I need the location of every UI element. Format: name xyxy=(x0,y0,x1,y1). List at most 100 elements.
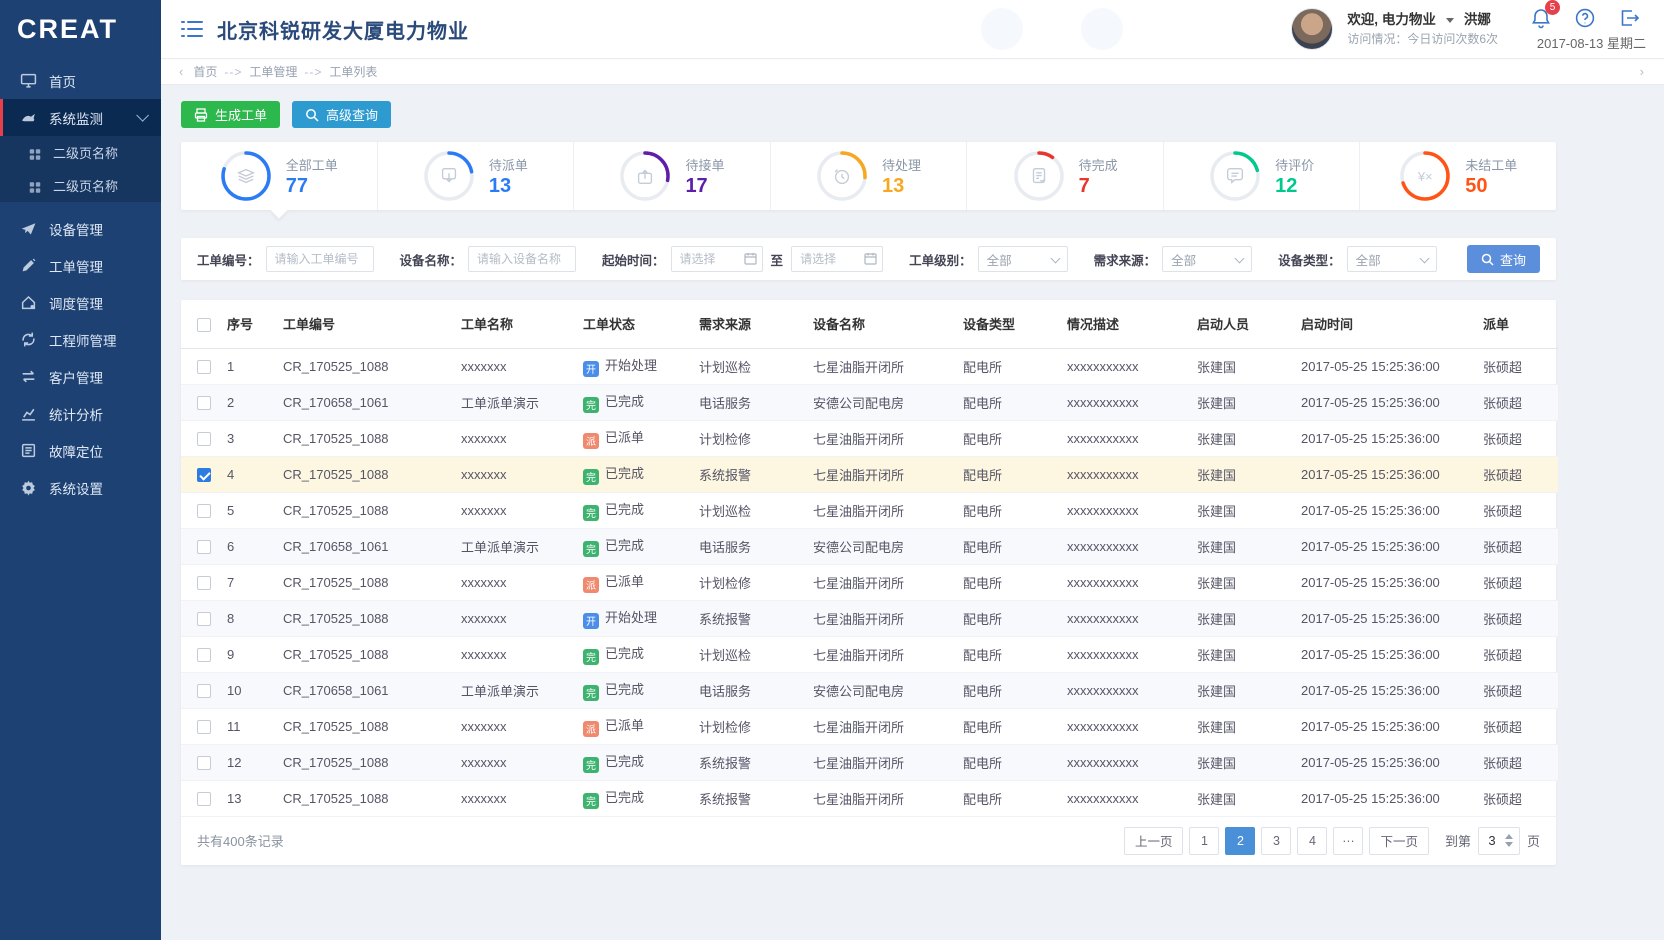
row-checkbox[interactable] xyxy=(197,360,211,374)
sidebar-item-secondary-2[interactable]: 二级页名称 xyxy=(0,169,161,202)
row-checkbox[interactable] xyxy=(197,756,211,770)
chevron-down-icon xyxy=(136,109,149,122)
user-avatar[interactable] xyxy=(1291,8,1333,50)
menu-toggle-icon[interactable] xyxy=(181,20,203,38)
sidebar-item-engineer-mgmt[interactable]: 工程师管理 xyxy=(0,321,161,358)
table-row[interactable]: 8 CR_170525_1088 xxxxxxx 开开始处理 系统报警 七星油脂… xyxy=(181,600,1558,636)
goto-page-input[interactable]: 3 xyxy=(1478,827,1520,855)
create-workorder-button[interactable]: 生成工单 xyxy=(181,101,280,128)
order-no-input[interactable] xyxy=(266,246,374,272)
advanced-search-button[interactable]: 高级查询 xyxy=(292,101,391,128)
grid-icon xyxy=(28,179,42,193)
calendar-icon[interactable] xyxy=(744,252,757,265)
cell-order-no: CR_170525_1088 xyxy=(279,348,457,384)
cell-order-no: CR_170658_1061 xyxy=(279,672,457,708)
sidebar-item-workorder-mgmt[interactable]: 工单管理 xyxy=(0,247,161,284)
row-checkbox[interactable] xyxy=(197,792,211,806)
row-checkbox[interactable] xyxy=(197,504,211,518)
help-icon[interactable] xyxy=(1574,7,1596,29)
cell-device-type: 配电所 xyxy=(959,780,1063,816)
row-checkbox[interactable] xyxy=(197,648,211,662)
page-ellipsis[interactable]: ··· xyxy=(1333,827,1363,855)
sidebar-item-system-monitor[interactable]: 系统监测 xyxy=(0,99,161,136)
search-icon xyxy=(305,108,319,122)
stat-card-unsettled-orders[interactable]: ¥× 未结工单50 xyxy=(1360,142,1556,210)
table-row[interactable]: 2 CR_170658_1061 工单派单演示 完已完成 电话服务 安德公司配电… xyxy=(181,384,1558,420)
stat-card-pending-review[interactable]: 待评价12 xyxy=(1164,142,1361,210)
logout-icon[interactable] xyxy=(1618,7,1640,29)
cell-source: 计划检修 xyxy=(695,708,809,744)
table-row[interactable]: 12 CR_170525_1088 xxxxxxx 完已完成 系统报警 七星油脂… xyxy=(181,744,1558,780)
stat-card-all-orders[interactable]: 全部工单77 xyxy=(181,142,378,210)
next-page-button[interactable]: 下一页 xyxy=(1369,827,1429,855)
table-row[interactable]: 1 CR_170525_1088 xxxxxxx 开开始处理 计划巡检 七星油脂… xyxy=(181,348,1558,384)
table-row[interactable]: 9 CR_170525_1088 xxxxxxx 完已完成 计划巡检 七星油脂开… xyxy=(181,636,1558,672)
table-header-row: 序号 工单编号 工单名称 工单状态 需求来源 设备名称 设备类型 情况描述 启动… xyxy=(181,300,1558,348)
stat-card-pending-complete[interactable]: 待完成7 xyxy=(967,142,1164,210)
table-row[interactable]: 5 CR_170525_1088 xxxxxxx 完已完成 计划巡检 七星油脂开… xyxy=(181,492,1558,528)
calendar-icon[interactable] xyxy=(864,252,877,265)
row-checkbox[interactable] xyxy=(197,540,211,554)
page-button-2-active[interactable]: 2 xyxy=(1225,827,1255,855)
page-title: 北京科锐研发大厦电力物业 xyxy=(217,15,469,44)
row-checkbox[interactable] xyxy=(197,396,211,410)
breadcrumb-home[interactable]: 首页 xyxy=(189,63,221,80)
row-checkbox[interactable] xyxy=(197,432,211,446)
app-window: CREAT 首页 系统监测 二级页名称 xyxy=(0,0,1664,940)
cell-device-name: 七星油脂开闭所 xyxy=(809,636,959,672)
table-row[interactable]: 7 CR_170525_1088 xxxxxxx 派已派单 计划检修 七星油脂开… xyxy=(181,564,1558,600)
user-info: 欢迎, 电力物业 洪娜 访问情况：今日访问次数6次 xyxy=(1347,10,1498,48)
status-badge: 完 xyxy=(583,793,599,809)
cell-status: 开开始处理 xyxy=(579,348,695,384)
stat-card-pending-process[interactable]: 待处理13 xyxy=(771,142,968,210)
row-checkbox[interactable] xyxy=(197,720,211,734)
sidebar-item-secondary-1[interactable]: 二级页名称 xyxy=(0,136,161,169)
sidebar-item-dispatch-mgmt[interactable]: 调度管理 xyxy=(0,284,161,321)
device-type-select[interactable]: 全部 xyxy=(1347,246,1437,272)
table-row[interactable]: 11 CR_170525_1088 xxxxxxx 派已派单 计划检修 七星油脂… xyxy=(181,708,1558,744)
device-name-input[interactable] xyxy=(468,246,576,272)
row-checkbox[interactable] xyxy=(197,576,211,590)
page-button-1[interactable]: 1 xyxy=(1189,827,1219,855)
table-row[interactable]: 13 CR_170525_1088 xxxxxxx 完已完成 系统报警 七星油脂… xyxy=(181,780,1558,816)
breadcrumb-workorder-list[interactable]: 工单列表 xyxy=(325,63,381,80)
cell-start-time: 2017-05-25 15:25:36:00 xyxy=(1297,600,1479,636)
user-menu-caret-icon[interactable] xyxy=(1446,18,1454,23)
table-row[interactable]: 4 CR_170525_1088 xxxxxxx 完已完成 系统报警 七星油脂开… xyxy=(181,456,1558,492)
level-select[interactable]: 全部 xyxy=(978,246,1068,272)
table-row[interactable]: 6 CR_170658_1061 工单派单演示 完已完成 电话服务 安德公司配电… xyxy=(181,528,1558,564)
spinner-down-icon[interactable] xyxy=(1505,842,1513,847)
status-badge: 完 xyxy=(583,685,599,701)
prev-page-button[interactable]: 上一页 xyxy=(1124,827,1184,855)
sidebar-item-statistics[interactable]: 统计分析 xyxy=(0,395,161,432)
row-checkbox[interactable] xyxy=(197,612,211,626)
breadcrumb-forward-icon[interactable]: › xyxy=(1634,64,1650,79)
watermark-icon xyxy=(981,8,1023,50)
spinner-up-icon[interactable] xyxy=(1505,834,1513,839)
table-row[interactable]: 10 CR_170658_1061 工单派单演示 完已完成 电话服务 安德公司配… xyxy=(181,672,1558,708)
swap-arrows-icon xyxy=(20,368,37,385)
breadcrumb-workorder-mgmt[interactable]: 工单管理 xyxy=(245,63,301,80)
stat-card-pending-dispatch[interactable]: 待派单13 xyxy=(378,142,575,210)
sidebar-item-fault-location[interactable]: 故障定位 xyxy=(0,432,161,469)
row-checkbox[interactable] xyxy=(197,684,211,698)
cell-starter: 张建国 xyxy=(1193,600,1297,636)
page-button-3[interactable]: 3 xyxy=(1261,827,1291,855)
query-button[interactable]: 查询 xyxy=(1467,245,1540,273)
source-select[interactable]: 全部 xyxy=(1162,246,1252,272)
sidebar-item-device-mgmt[interactable]: 设备管理 xyxy=(0,210,161,247)
sidebar-item-settings[interactable]: 系统设置 xyxy=(0,469,161,506)
cell-description: xxxxxxxxxxx xyxy=(1063,456,1193,492)
breadcrumb-back-icon[interactable]: ‹ xyxy=(173,64,189,79)
cell-dispatcher: 张硕超 xyxy=(1479,600,1558,636)
table-row[interactable]: 3 CR_170525_1088 xxxxxxx 派已派单 计划检修 七星油脂开… xyxy=(181,420,1558,456)
select-all-checkbox[interactable] xyxy=(197,318,211,332)
page-button-4[interactable]: 4 xyxy=(1297,827,1327,855)
sidebar-item-customer-mgmt[interactable]: 客户管理 xyxy=(0,358,161,395)
cell-start-time: 2017-05-25 15:25:36:00 xyxy=(1297,348,1479,384)
stat-card-pending-accept[interactable]: 待接单17 xyxy=(574,142,771,210)
sidebar-item-home[interactable]: 首页 xyxy=(0,62,161,99)
cell-order-no: CR_170525_1088 xyxy=(279,708,457,744)
notification-bell-icon[interactable]: 5 xyxy=(1530,7,1552,29)
row-checkbox[interactable] xyxy=(197,468,211,482)
